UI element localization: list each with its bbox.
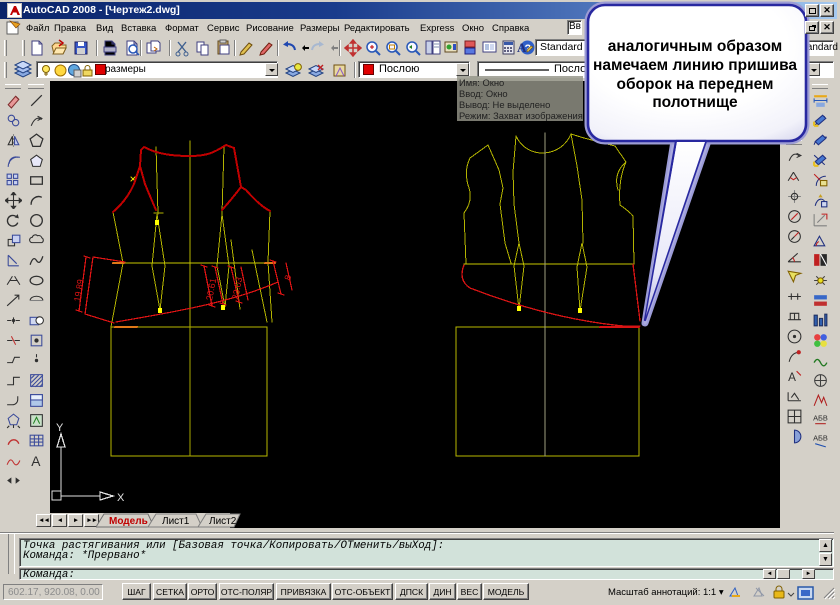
svg-text:АБВ: АБВ xyxy=(813,434,828,443)
svg-text:АБВ: АБВ xyxy=(813,414,828,423)
svg-text:A: A xyxy=(31,453,41,469)
svg-text:20.61: 20.61 xyxy=(204,277,218,301)
svg-text:Модель: Модель xyxy=(109,516,148,527)
svg-text:A: A xyxy=(517,40,527,55)
svg-text:23.03: 23.03 xyxy=(230,276,244,300)
svg-text:Лист2: Лист2 xyxy=(209,516,237,527)
svg-text:Y: Y xyxy=(56,422,64,434)
svg-text:X: X xyxy=(117,492,125,504)
svg-text:Лист1: Лист1 xyxy=(162,516,190,527)
svg-text:8: 8 xyxy=(282,274,293,282)
svg-text:A: A xyxy=(788,371,796,384)
svg-text:19.89: 19.89 xyxy=(72,278,85,302)
